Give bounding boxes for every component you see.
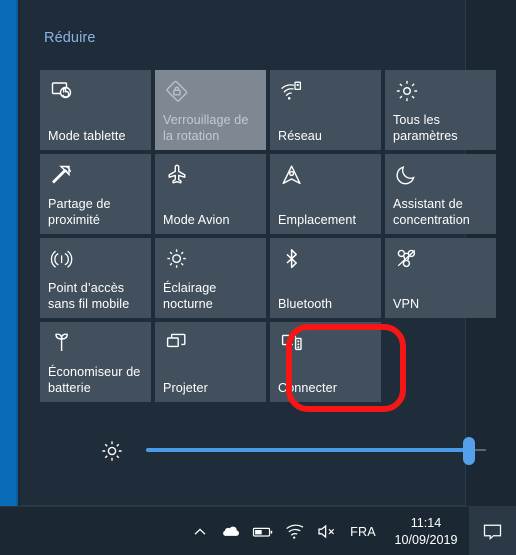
tile-label: Assistant de concentration — [393, 197, 470, 227]
wifi-icon[interactable] — [279, 507, 311, 555]
onedrive-cloud-icon[interactable] — [215, 507, 247, 555]
project-screens-icon — [164, 330, 190, 356]
settings-gear-icon — [394, 78, 420, 104]
tile-bluetooth[interactable]: Bluetooth — [270, 238, 381, 318]
tile-vpn[interactable]: VPN — [385, 238, 496, 318]
tile-emplacement[interactable]: Emplacement — [270, 154, 381, 234]
action-center-icon[interactable] — [469, 507, 516, 555]
tile-assistant-de-concentration[interactable]: Assistant de concentration — [385, 154, 496, 234]
tile-label: Économiseur de batterie — [48, 365, 141, 395]
tile-point-d-acces-sans-fil-mobile[interactable]: Point d’accès sans fil mobile — [40, 238, 151, 318]
connect-display-icon — [279, 330, 305, 356]
collapse-link[interactable]: Réduire — [44, 30, 95, 46]
tile-label: Tous les paramètres — [393, 113, 458, 143]
tile-economiseur-de-batterie[interactable]: Économiseur de batterie — [40, 322, 151, 402]
tile-reseau[interactable]: Réseau — [270, 70, 381, 150]
tile-verrouillage-rotation[interactable]: Verrouillage de la rotation — [155, 70, 266, 150]
slider-thumb[interactable] — [463, 437, 475, 465]
tile-label: Connecter — [278, 380, 338, 395]
location-icon — [279, 162, 305, 188]
volume-muted-icon[interactable] — [311, 507, 343, 555]
tile-label: Réseau — [278, 128, 323, 143]
quick-actions-grid: Mode tablette Verrouillage de la rotatio… — [40, 70, 502, 402]
clock-time: 11:14 — [410, 515, 442, 530]
tile-empty-slot — [385, 322, 496, 402]
tile-mode-tablette[interactable]: Mode tablette — [40, 70, 151, 150]
tile-label: Bluetooth — [278, 296, 333, 311]
tile-eclairage-nocturne[interactable]: Éclairage nocturne — [155, 238, 266, 318]
brightness-slider[interactable] — [146, 437, 486, 465]
tile-label: Éclairage nocturne — [163, 281, 217, 311]
rotation-lock-icon — [164, 78, 190, 104]
tile-projeter[interactable]: Projeter — [155, 322, 266, 402]
brightness-control — [40, 428, 486, 474]
network-icon — [279, 78, 305, 104]
tile-label: Mode tablette — [48, 128, 126, 143]
tile-label: Verrouillage de la rotation — [163, 113, 249, 143]
tile-connecter[interactable]: Connecter — [270, 322, 381, 402]
clock[interactable]: 11:14 10/09/2019 — [383, 507, 469, 555]
bluetooth-icon — [279, 246, 305, 272]
focus-assist-moon-icon — [394, 162, 420, 188]
clock-date: 10/09/2019 — [394, 532, 458, 547]
language-indicator[interactable]: FRA — [343, 507, 383, 555]
vpn-icon — [394, 246, 420, 272]
nearby-share-icon — [49, 162, 75, 188]
tile-mode-avion[interactable]: Mode Avion — [155, 154, 266, 234]
system-tray: FRA 11:14 10/09/2019 — [185, 507, 516, 555]
tile-label: Projeter — [163, 380, 208, 395]
desktop-wallpaper-strip — [0, 0, 18, 506]
tile-label: VPN — [393, 296, 420, 311]
mobile-hotspot-icon — [49, 246, 75, 272]
tile-label: Mode Avion — [163, 212, 230, 227]
tile-label: Partage de proximité — [48, 197, 111, 227]
tile-label: Emplacement — [278, 212, 357, 227]
taskbar: FRA 11:14 10/09/2019 — [0, 506, 516, 555]
slider-fill — [146, 448, 469, 452]
brightness-sun-icon — [100, 439, 124, 463]
show-hidden-icons-icon[interactable] — [185, 507, 215, 555]
action-center-panel: Réduire Mode tablette Verrouillage de la… — [20, 0, 496, 506]
tile-label: Point d’accès sans fil mobile — [48, 281, 130, 311]
battery-saver-leaf-icon — [49, 330, 75, 356]
battery-icon[interactable] — [247, 507, 279, 555]
airplane-icon — [164, 162, 190, 188]
tablet-mode-icon — [49, 78, 75, 104]
tile-tous-les-parametres[interactable]: Tous les paramètres — [385, 70, 496, 150]
tile-partage-de-proximite[interactable]: Partage de proximité — [40, 154, 151, 234]
night-light-icon — [164, 246, 190, 272]
